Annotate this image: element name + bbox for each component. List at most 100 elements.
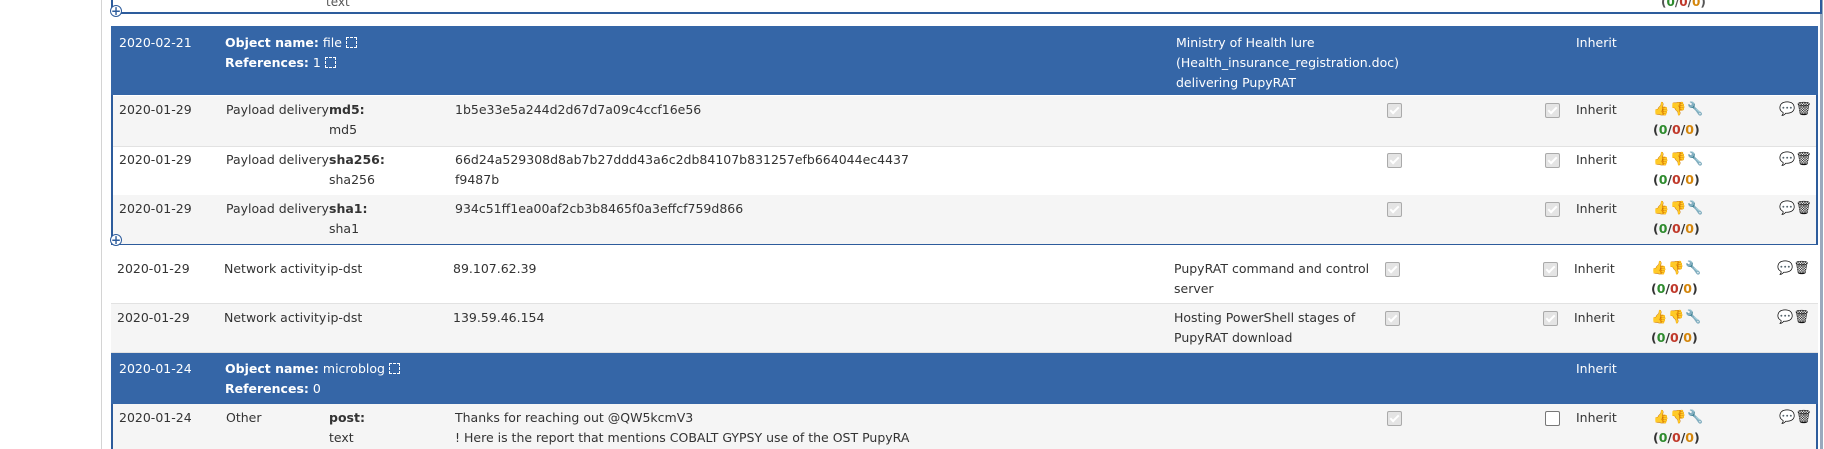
attr-value[interactable]: 66d24a529308d8ab7b27ddd43a6c2db84107b831… (455, 150, 909, 170)
thumbs-up-icon[interactable]: 👍 (1653, 410, 1670, 425)
row-actions: 💬🗑 (1779, 199, 1812, 219)
plus-circle-icon[interactable]: + (110, 234, 122, 246)
comment-icon[interactable]: 💬 (1779, 201, 1795, 216)
expand-icon[interactable] (388, 363, 400, 374)
attr-value-cont[interactable]: f9487b (455, 170, 499, 190)
thumbs-up-icon[interactable]: 👍 (1651, 310, 1668, 325)
row-actions: 💬🗑 (1779, 150, 1812, 170)
table-row: 2020-01-29 Network activity ip-dst 139.5… (111, 304, 1818, 353)
attr-category: Network activity (224, 261, 327, 276)
attr-type-sub: sha1 (329, 221, 360, 236)
thumbs-up-icon[interactable]: 👍 (1651, 261, 1668, 276)
object-name: Object name: microblog (225, 359, 400, 379)
attr-value[interactable]: Thanks for reaching out @QW5kcmV3 (455, 408, 693, 428)
comment-icon[interactable]: 💬 (1779, 152, 1795, 167)
trash-icon[interactable]: 🗑 (1795, 410, 1812, 425)
attr-date: 2020-01-29 (117, 261, 190, 276)
thumbs-down-icon[interactable]: 👎 (1670, 152, 1687, 167)
comment-icon[interactable]: 💬 (1779, 410, 1795, 425)
attr-type: md5: (329, 102, 365, 117)
object-date: 2020-02-21 (119, 35, 192, 50)
attr-value[interactable]: 89.107.62.39 (453, 259, 537, 279)
attr-date: 2020-01-29 (119, 201, 192, 216)
row-actions: 💬🗑 (1777, 308, 1810, 328)
ids-checkbox[interactable] (1385, 308, 1400, 329)
thumbs-down-icon[interactable]: 👎 (1668, 310, 1685, 325)
attr-type: sha1: (329, 201, 368, 216)
thumbs-down-icon[interactable]: 👎 (1670, 201, 1687, 216)
attr-comment: PupyRAT download (1174, 330, 1293, 345)
comment-icon[interactable]: 💬 (1779, 102, 1795, 117)
ids-checkbox[interactable] (1387, 199, 1402, 220)
ids-checkbox[interactable] (1387, 100, 1402, 121)
attr-category: Network activity (224, 310, 327, 325)
ids-checkbox[interactable] (1387, 150, 1402, 171)
table-row: 2020-01-24 Other post: text Thanks for r… (113, 404, 1816, 449)
thumbs-down-icon[interactable]: 👎 (1670, 102, 1687, 117)
sighting-icons[interactable]: 👍👎🔧 (1653, 150, 1705, 170)
thumbs-down-icon[interactable]: 👎 (1668, 261, 1685, 276)
scrollbar[interactable] (1820, 0, 1823, 449)
comment-icon[interactable]: 💬 (1777, 261, 1793, 276)
correlate-checkbox[interactable] (1545, 100, 1560, 121)
attr-date: 2020-01-29 (119, 152, 192, 167)
wrench-icon[interactable]: 🔧 (1687, 410, 1704, 425)
object-comment-line: (Health_insurance_registration.doc) (1176, 55, 1399, 70)
wrench-icon[interactable]: 🔧 (1687, 152, 1704, 167)
attr-comment: server (1174, 281, 1214, 296)
comment-icon[interactable]: 💬 (1777, 310, 1793, 325)
correlate-checkbox[interactable] (1543, 308, 1558, 329)
attr-value[interactable]: 139.59.46.154 (453, 308, 544, 328)
correlate-checkbox[interactable] (1545, 199, 1560, 220)
object-header-microblog[interactable]: 2020-01-24 Object name: microblog Refere… (111, 353, 1818, 404)
table-row: 2020-01-29 Payload delivery sha256: sha2… (113, 146, 1816, 196)
sighting-icons[interactable]: 👍👎🔧 (1653, 100, 1705, 120)
thumbs-up-icon[interactable]: 👍 (1653, 102, 1670, 117)
wrench-icon[interactable]: 🔧 (1687, 201, 1704, 216)
ids-checkbox[interactable] (1385, 259, 1400, 280)
attr-distribution: Inherit (1576, 102, 1617, 117)
object-group-previous: text (0/0/0) (111, 0, 1822, 14)
trash-icon[interactable]: 🗑 (1793, 261, 1810, 276)
attr-type-sub: text (329, 430, 354, 445)
sighting-counts: (0/0/0) (1651, 330, 1698, 345)
trash-icon[interactable]: 🗑 (1795, 152, 1812, 167)
attr-type-sub: md5 (329, 122, 358, 137)
thumbs-up-icon[interactable]: 👍 (1653, 201, 1670, 216)
plus-circle-icon[interactable]: + (110, 5, 122, 17)
thumbs-up-icon[interactable]: 👍 (1653, 152, 1670, 167)
trash-icon[interactable]: 🗑 (1795, 102, 1812, 117)
attr-comment: PupyRAT command and control (1174, 261, 1370, 276)
attr-category: Other (226, 410, 262, 425)
object-header-file[interactable]: 2020-02-21 Object name: file References:… (111, 26, 1818, 95)
attr-distribution: Inherit (1576, 410, 1617, 425)
object-name: Object name: file (225, 33, 357, 53)
expand-icon[interactable] (345, 37, 357, 48)
thumbs-down-icon[interactable]: 👎 (1670, 410, 1687, 425)
attr-distribution: Inherit (1574, 310, 1615, 325)
row-actions: 💬🗑 (1777, 259, 1810, 279)
sighting-icons[interactable]: 👍👎🔧 (1651, 259, 1703, 279)
attr-value-cont[interactable]: ! Here is the report that mentions COBAL… (455, 428, 909, 448)
attr-value[interactable]: 1b5e33e5a244d2d67d7a09c4ccf16e56 (455, 100, 701, 120)
object-comment-line: delivering PupyRAT (1176, 75, 1297, 90)
attr-value[interactable]: 934c51ff1ea00af2cb3b8465f0a3effcf759d866 (455, 199, 743, 219)
sighting-icons[interactable]: 👍👎🔧 (1651, 308, 1703, 328)
correlate-checkbox[interactable] (1545, 408, 1560, 429)
row-actions: 💬🗑 (1779, 408, 1812, 428)
ids-checkbox[interactable] (1387, 408, 1402, 429)
row-actions: 💬🗑 (1779, 100, 1812, 120)
attr-date: 2020-01-29 (117, 310, 190, 325)
attr-distribution: Inherit (1574, 261, 1615, 276)
wrench-icon[interactable]: 🔧 (1685, 310, 1702, 325)
correlate-checkbox[interactable] (1545, 150, 1560, 171)
trash-icon[interactable]: 🗑 (1793, 310, 1810, 325)
trash-icon[interactable]: 🗑 (1795, 201, 1812, 216)
wrench-icon[interactable]: 🔧 (1685, 261, 1702, 276)
expand-icon[interactable] (324, 57, 336, 68)
wrench-icon[interactable]: 🔧 (1687, 102, 1704, 117)
correlate-checkbox[interactable] (1543, 259, 1558, 280)
sighting-icons[interactable]: 👍👎🔧 (1653, 408, 1705, 428)
sighting-icons[interactable]: 👍👎🔧 (1653, 199, 1705, 219)
type-sub: text (326, 0, 350, 9)
